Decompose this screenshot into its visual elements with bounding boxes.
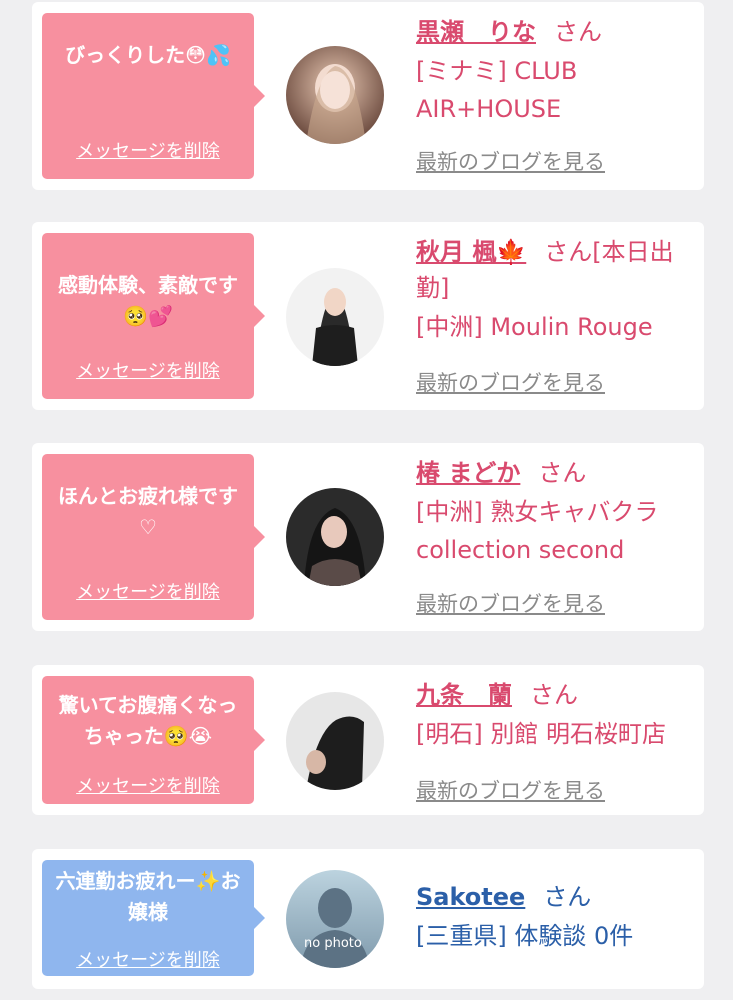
delete-message-link[interactable]: メッセージを削除 bbox=[42, 772, 254, 798]
honorific: さん bbox=[543, 883, 592, 911]
name-line: 秋月 楓🍁 さん[本日出勤] bbox=[416, 234, 694, 306]
message-card: ほんとお疲れ様です♡ メッセージを削除 椿 まどか さん [中洲] 熟女キャバクラ… bbox=[32, 443, 704, 631]
shop-detail: [ミナミ] CLUB AIR+HOUSE bbox=[416, 57, 578, 123]
message-bubble: ほんとお疲れ様です♡ メッセージを削除 bbox=[42, 454, 265, 620]
cast-info: Sakotee さん [三重県] 体験談 0件 bbox=[416, 879, 694, 955]
name-line: 椿 まどか さん bbox=[416, 455, 694, 491]
message-text: 六連勤お疲れー✨お嬢様 bbox=[55, 869, 241, 924]
message-card: 感動体験、素敵です🥺💕 メッセージを削除 秋月 楓🍁 さん[本日出勤] [中洲] … bbox=[32, 222, 704, 410]
delete-message-link[interactable]: メッセージを削除 bbox=[42, 357, 254, 383]
delete-message-link[interactable]: メッセージを削除 bbox=[42, 137, 254, 163]
cast-name-link[interactable]: 黒瀬 りな bbox=[416, 18, 536, 46]
avatar[interactable] bbox=[286, 46, 384, 144]
delete-message-link[interactable]: メッセージを削除 bbox=[42, 578, 254, 604]
latest-blog-link[interactable]: 最新のブログを見る bbox=[416, 367, 605, 397]
name-line: 九条 蘭さん bbox=[416, 677, 694, 713]
cast-info: 黒瀬 りな さん [ミナミ] CLUB AIR+HOUSE bbox=[416, 14, 694, 128]
message-card: びっくりした😳💦 メッセージを削除 黒瀬 りな さん [ミナミ] CLUB AIR… bbox=[32, 2, 704, 190]
message-text: びっくりした😳💦 bbox=[65, 43, 231, 67]
avatar[interactable] bbox=[286, 488, 384, 586]
honorific: さん bbox=[538, 459, 587, 487]
message-card: 六連勤お疲れー✨お嬢様 メッセージを削除 no photo Sakotee さん … bbox=[32, 849, 704, 989]
cast-name-link[interactable]: 秋月 楓🍁 bbox=[416, 238, 526, 266]
message-bubble: 感動体験、素敵です🥺💕 メッセージを削除 bbox=[42, 233, 265, 399]
avatar[interactable] bbox=[286, 692, 384, 790]
no-photo-label: no photo bbox=[304, 936, 362, 951]
avatar[interactable] bbox=[286, 268, 384, 366]
message-text: 感動体験、素敵です🥺💕 bbox=[58, 273, 238, 328]
cast-info: 椿 まどか さん [中洲] 熟女キャバクラ collection second bbox=[416, 455, 694, 569]
review-detail: [三重県] 体験談 0件 bbox=[416, 922, 634, 950]
latest-blog-link[interactable]: 最新のブログを見る bbox=[416, 775, 605, 805]
cast-info: 九条 蘭さん [明石] 別館 明石桜町店 bbox=[416, 677, 694, 753]
name-line: Sakotee さん bbox=[416, 879, 694, 915]
shop-detail: [中洲] Moulin Rouge bbox=[416, 313, 653, 341]
message-text: ほんとお疲れ様です♡ bbox=[58, 484, 238, 539]
shop-detail: [中洲] 熟女キャバクラ collection second bbox=[416, 498, 659, 564]
message-card: 驚いてお腹痛くなっちゃった🥺😭 メッセージを削除 九条 蘭さん [明石] 別館 … bbox=[32, 665, 704, 815]
name-line: 黒瀬 りな さん bbox=[416, 14, 694, 50]
delete-message-link[interactable]: メッセージを削除 bbox=[42, 946, 254, 972]
latest-blog-link[interactable]: 最新のブログを見る bbox=[416, 588, 605, 618]
cast-name-link[interactable]: 九条 蘭 bbox=[416, 681, 512, 709]
message-bubble: びっくりした😳💦 メッセージを削除 bbox=[42, 13, 265, 179]
honorific: さん bbox=[530, 681, 578, 709]
cast-name-link[interactable]: Sakotee bbox=[416, 883, 525, 911]
latest-blog-link[interactable]: 最新のブログを見る bbox=[416, 146, 605, 176]
message-bubble: 驚いてお腹痛くなっちゃった🥺😭 メッセージを削除 bbox=[42, 676, 265, 804]
honorific: さん bbox=[554, 18, 602, 46]
cast-name-link[interactable]: 椿 まどか bbox=[416, 459, 520, 487]
cast-info: 秋月 楓🍁 さん[本日出勤] [中洲] Moulin Rouge bbox=[416, 234, 694, 346]
message-text: 驚いてお腹痛くなっちゃった🥺😭 bbox=[58, 693, 238, 748]
no-photo-silhouette-icon[interactable]: no photo bbox=[286, 870, 384, 968]
shop-detail: [明石] 別館 明石桜町店 bbox=[416, 720, 666, 748]
message-bubble: 六連勤お疲れー✨お嬢様 メッセージを削除 bbox=[42, 860, 265, 976]
